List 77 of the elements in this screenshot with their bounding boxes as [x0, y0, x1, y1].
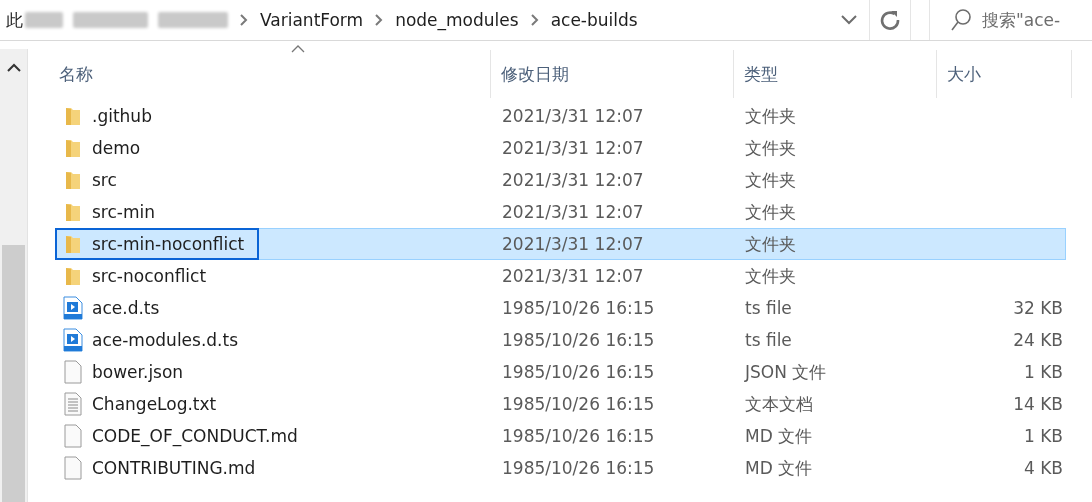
file-name: src-min	[92, 202, 155, 222]
column-header[interactable]: 大小	[937, 50, 1072, 98]
breadcrumb-item[interactable]: VariantForm	[260, 10, 364, 30]
search-icon	[950, 8, 972, 32]
file-name: .github	[92, 106, 152, 126]
sort-ascending-icon	[291, 45, 305, 53]
blank-file-icon	[62, 456, 84, 480]
refresh-icon	[879, 9, 902, 31]
file-name: ChangeLog.txt	[92, 394, 217, 414]
file-row[interactable]: ace.d.ts 1985/10/26 16:15 ts file 32 KB	[55, 292, 1066, 324]
file-type: 文件夹	[744, 200, 797, 224]
file-size: 32 KB	[1013, 298, 1063, 318]
file-name: src-noconflict	[92, 266, 207, 286]
file-size: 1 KB	[1023, 362, 1063, 382]
file-name: CODE_OF_CONDUCT.md	[92, 426, 298, 446]
file-row[interactable]: src-min-noconflict 2021/3/31 12:07 文件夹	[55, 228, 1066, 260]
dropdown-chevron-icon[interactable]	[841, 15, 858, 25]
modified-date: 2021/3/31 12:07	[501, 138, 645, 158]
file-size: 14 KB	[1013, 394, 1063, 414]
file-name: bower.json	[92, 362, 184, 382]
file-type: 文件夹	[744, 136, 797, 160]
file-type: MD 文件	[744, 456, 814, 480]
breadcrumb-item[interactable]: 此	[6, 8, 23, 32]
file-name: demo	[92, 138, 141, 158]
breadcrumb-item[interactable]: ace-builds	[550, 10, 638, 30]
column-header[interactable]: 修改日期	[491, 50, 734, 98]
breadcrumb-item[interactable]: node_modules	[395, 10, 519, 30]
file-name: ace-modules.d.ts	[92, 330, 239, 350]
modified-date: 1985/10/26 16:15	[501, 330, 656, 350]
file-name: src-min-noconflict	[92, 234, 245, 254]
file-row[interactable]: demo 2021/3/31 12:07 文件夹	[55, 132, 1066, 164]
column-header[interactable]: 类型	[734, 50, 937, 98]
file-row[interactable]: src-min 2021/3/31 12:07 文件夹	[55, 196, 1066, 228]
file-row[interactable]: src-noconflict 2021/3/31 12:07 文件夹	[55, 260, 1066, 292]
file-row[interactable]: CONTRIBUTING.md 1985/10/26 16:15 MD 文件 4 KB	[55, 452, 1066, 484]
modified-date: 1985/10/26 16:15	[501, 362, 656, 382]
scrollbar-thumb[interactable]	[2, 245, 25, 502]
text-file-icon	[62, 392, 84, 416]
chevron-right-icon	[530, 14, 539, 26]
file-name: ace.d.ts	[92, 298, 160, 318]
modified-date: 1985/10/26 16:15	[501, 298, 656, 318]
modified-date: 2021/3/31 12:07	[501, 202, 645, 222]
file-row[interactable]: CODE_OF_CONDUCT.md 1985/10/26 16:15 MD 文件 1 KB	[55, 420, 1066, 452]
file-size: 24 KB	[1013, 330, 1063, 350]
file-name: src	[92, 170, 117, 190]
modified-date: 1985/10/26 16:15	[501, 426, 656, 446]
modified-date: 1985/10/26 16:15	[501, 458, 656, 478]
file-row[interactable]: bower.json 1985/10/26 16:15 JSON 文件 1 KB	[55, 356, 1066, 388]
file-type: JSON 文件	[743, 360, 828, 384]
modified-date: 2021/3/31 12:07	[501, 170, 645, 190]
file-type: 文本文档	[744, 392, 814, 416]
blank-file-icon	[62, 360, 84, 384]
file-name: CONTRIBUTING.md	[92, 458, 256, 478]
blank-file-icon	[62, 424, 84, 448]
modified-date: 2021/3/31 12:07	[501, 234, 645, 254]
file-row[interactable]: ChangeLog.txt 1985/10/26 16:15 文本文档 14 KB	[55, 388, 1066, 420]
file-type: 文件夹	[744, 104, 797, 128]
file-type: 文件夹	[744, 168, 797, 192]
video-file-icon	[62, 296, 84, 320]
modified-date: 2021/3/31 12:07	[501, 266, 645, 286]
chevron-right-icon	[240, 14, 248, 26]
file-type: MD 文件	[744, 424, 814, 448]
chevron-right-icon	[375, 14, 384, 26]
file-type: 文件夹	[744, 264, 797, 288]
column-header[interactable]: 名称	[55, 50, 491, 98]
file-row[interactable]: src 2021/3/31 12:07 文件夹	[55, 164, 1066, 196]
video-file-icon	[62, 328, 84, 352]
file-size: 1 KB	[1023, 426, 1063, 446]
file-row[interactable]: ace-modules.d.ts 1985/10/26 16:15 ts file 24 KB	[55, 324, 1066, 356]
address-bar[interactable]: 此 VariantForm node_modules ace-builds	[0, 0, 871, 40]
file-size: 4 KB	[1023, 458, 1063, 478]
file-row[interactable]: .github 2021/3/31 12:07 文件夹	[55, 100, 1066, 132]
modified-date: 2021/3/31 12:07	[501, 106, 645, 126]
modified-date: 1985/10/26 16:15	[501, 394, 656, 414]
file-type: 文件夹	[744, 232, 797, 256]
file-type: ts file	[744, 298, 793, 318]
file-type: ts file	[744, 330, 793, 350]
